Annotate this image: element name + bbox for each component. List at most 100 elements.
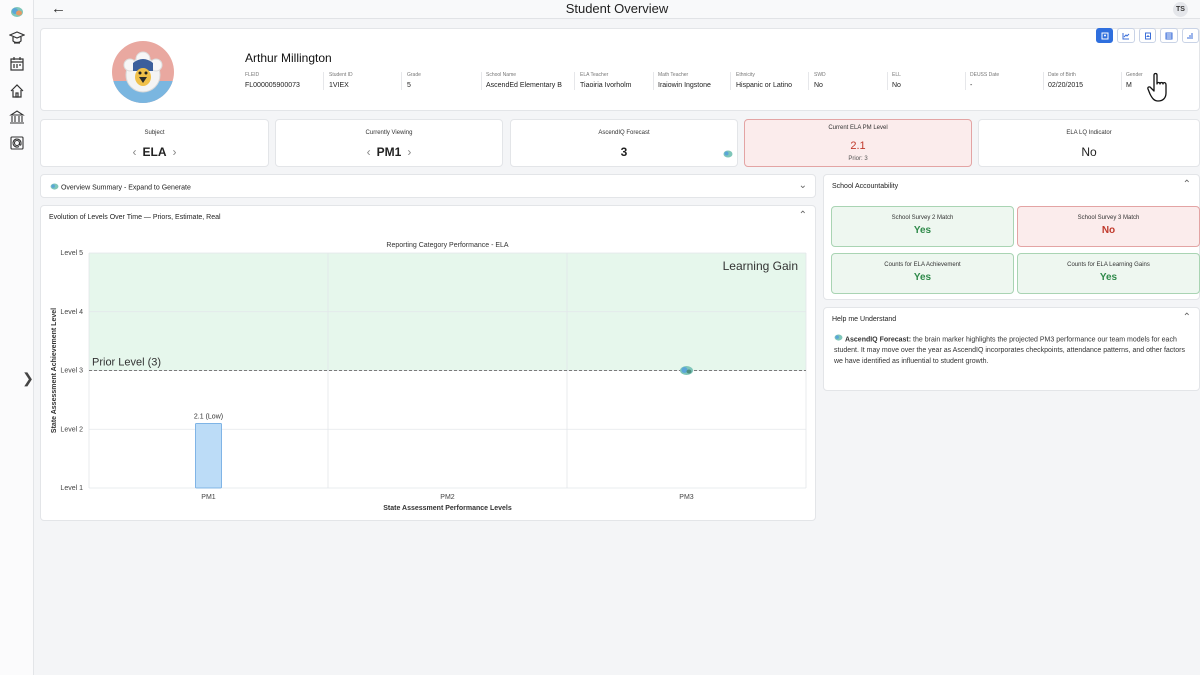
subject-selector: ‹ ELA › bbox=[41, 145, 268, 159]
field-ethnicity: Ethnicity Hispanic or Latino bbox=[736, 72, 792, 89]
field-swd: SWD No bbox=[814, 72, 826, 89]
home-school-icon[interactable] bbox=[7, 81, 27, 101]
field-label: Math Teacher bbox=[658, 72, 689, 78]
help-text: AscendIQ Forecast: the brain marker high… bbox=[834, 334, 1192, 367]
divider bbox=[323, 72, 324, 90]
brain-icon bbox=[834, 334, 843, 345]
acc-value: No bbox=[1101, 225, 1116, 236]
brain-icon[interactable] bbox=[7, 2, 27, 22]
stat-label: AscendIQ Forecast bbox=[598, 130, 650, 136]
profile-view-icon[interactable] bbox=[1096, 28, 1114, 43]
field-deuss-date: DEUSS Date - bbox=[970, 72, 999, 89]
field-label: Ethnicity bbox=[736, 72, 755, 78]
bar-chart-icon[interactable] bbox=[1181, 28, 1200, 43]
stat-label: Current ELA PM Level bbox=[828, 125, 888, 131]
stat-label: Subject bbox=[144, 130, 165, 136]
chevron-right-icon[interactable]: › bbox=[407, 145, 411, 159]
acc-card-survey-2: School Survey 2 Match Yes bbox=[831, 206, 1014, 247]
field-school-name: School Name AscendEd Elementary B bbox=[486, 72, 562, 89]
bar-pm1 bbox=[195, 422, 222, 489]
school-accountability-panel: School Accountability ⌃ School Survey 2 … bbox=[823, 174, 1200, 300]
top-bar: ← Student Overview TS bbox=[34, 0, 1200, 19]
acc-value: Yes bbox=[913, 272, 932, 283]
stat-label: Currently Viewing bbox=[365, 130, 413, 136]
chevron-down-icon[interactable]: ⌄ bbox=[799, 180, 807, 191]
calendar-icon[interactable] bbox=[7, 54, 27, 74]
acc-card-ela-achievement: Counts for ELA Achievement Yes bbox=[831, 253, 1014, 294]
chevron-left-icon[interactable]: ‹ bbox=[367, 145, 371, 159]
table-icon[interactable] bbox=[1160, 28, 1178, 43]
subject-value: ELA bbox=[142, 145, 167, 159]
x-tick-label: PM2 bbox=[440, 494, 455, 501]
building-icon[interactable] bbox=[7, 107, 27, 127]
field-value: 1VIEX bbox=[329, 82, 349, 89]
sidebar-expand-button[interactable]: ❯ bbox=[21, 368, 35, 388]
y-tick-label: Level 4 bbox=[60, 309, 83, 316]
at-icon[interactable] bbox=[7, 133, 27, 153]
viewing-selector: ‹ PM1 › bbox=[276, 145, 502, 159]
field-value: 02/20/2015 bbox=[1048, 82, 1084, 89]
field-value: Tiaoiria Ivorholm bbox=[580, 82, 632, 89]
viewing-card: Currently Viewing ‹ PM1 › bbox=[275, 119, 503, 167]
forecast-value: 3 bbox=[620, 145, 628, 159]
field-label: ELL bbox=[892, 72, 901, 78]
field-fleid: FLEID FL000005900073 bbox=[245, 72, 300, 89]
divider bbox=[808, 72, 809, 90]
stat-label: ELA LQ Indicator bbox=[1066, 130, 1112, 136]
y-axis-label: State Assessment Achievement Level bbox=[51, 308, 58, 433]
field-value: No bbox=[814, 82, 823, 89]
chevron-up-icon[interactable]: ⌃ bbox=[1183, 179, 1191, 190]
view-switcher bbox=[1096, 28, 1200, 43]
acc-label: Counts for ELA Learning Gains bbox=[1067, 262, 1150, 268]
pm-level-prior: Prior: 3 bbox=[848, 156, 868, 162]
field-value: FL000005900073 bbox=[245, 82, 300, 89]
field-label: Date of Birth bbox=[1048, 72, 1076, 78]
y-tick-label: Level 2 bbox=[60, 426, 83, 433]
line-chart-icon[interactable] bbox=[1117, 28, 1135, 43]
x-tick-label: PM1 bbox=[201, 494, 216, 501]
chevron-left-icon[interactable]: ‹ bbox=[133, 145, 137, 159]
pm-level-value: 2.1 bbox=[850, 140, 866, 152]
field-label: Gender bbox=[1126, 72, 1143, 78]
divider bbox=[574, 72, 575, 90]
overview-title: Overview Summary - Expand to Generate bbox=[50, 183, 191, 192]
acc-value: Yes bbox=[1099, 272, 1118, 283]
field-value: AscendEd Elementary B bbox=[486, 82, 562, 89]
user-avatar[interactable]: TS bbox=[1173, 2, 1188, 17]
divider bbox=[1121, 72, 1122, 90]
divider bbox=[965, 72, 966, 90]
y-tick-label: Level 3 bbox=[60, 368, 83, 375]
field-value: No bbox=[892, 82, 901, 89]
field-grade: Grade 5 bbox=[407, 72, 421, 89]
field-label: DEUSS Date bbox=[970, 72, 1000, 78]
lq-indicator-card: ELA LQ Indicator No bbox=[978, 119, 1200, 167]
viewing-value: PM1 bbox=[376, 145, 402, 159]
field-label: ELA Teacher bbox=[580, 72, 609, 78]
acc-card-survey-3: School Survey 3 Match No bbox=[1017, 206, 1200, 247]
y-tick-label: Level 5 bbox=[60, 250, 83, 257]
divider bbox=[730, 72, 731, 90]
field-value: - bbox=[970, 82, 973, 89]
learning-gain-label: Learning Gain bbox=[723, 259, 798, 273]
field-student-id: Student ID 1VIEX bbox=[329, 72, 353, 89]
chevron-right-icon[interactable]: › bbox=[173, 145, 177, 159]
chevron-up-icon[interactable]: ⌃ bbox=[1183, 312, 1191, 323]
field-label: School Name bbox=[486, 72, 517, 78]
subject-card: Subject ‹ ELA › bbox=[40, 119, 269, 167]
page-title: Student Overview bbox=[565, 1, 669, 16]
field-value: Iraiowin Ingstone bbox=[658, 82, 711, 89]
divider bbox=[653, 72, 654, 90]
field-value: 5 bbox=[407, 82, 411, 89]
field-ela-teacher: ELA Teacher Tiaoiria Ivorholm bbox=[580, 72, 631, 89]
help-panel: Help me Understand ⌃ AscendIQ Forecast: … bbox=[823, 307, 1200, 391]
overview-summary-panel[interactable]: Overview Summary - Expand to Generate ⌄ bbox=[40, 174, 816, 198]
acc-value: Yes bbox=[913, 225, 932, 236]
report-icon[interactable] bbox=[1138, 28, 1157, 43]
graduate-icon[interactable] bbox=[7, 28, 27, 48]
divider bbox=[887, 72, 888, 90]
field-label: SWD bbox=[814, 72, 826, 78]
brain-icon bbox=[50, 183, 59, 192]
acc-label: Counts for ELA Achievement bbox=[884, 262, 961, 268]
student-profile-card: Arthur Millington FLEID FL000005900073 S… bbox=[40, 28, 1200, 111]
sidebar: ❯ bbox=[0, 0, 34, 675]
